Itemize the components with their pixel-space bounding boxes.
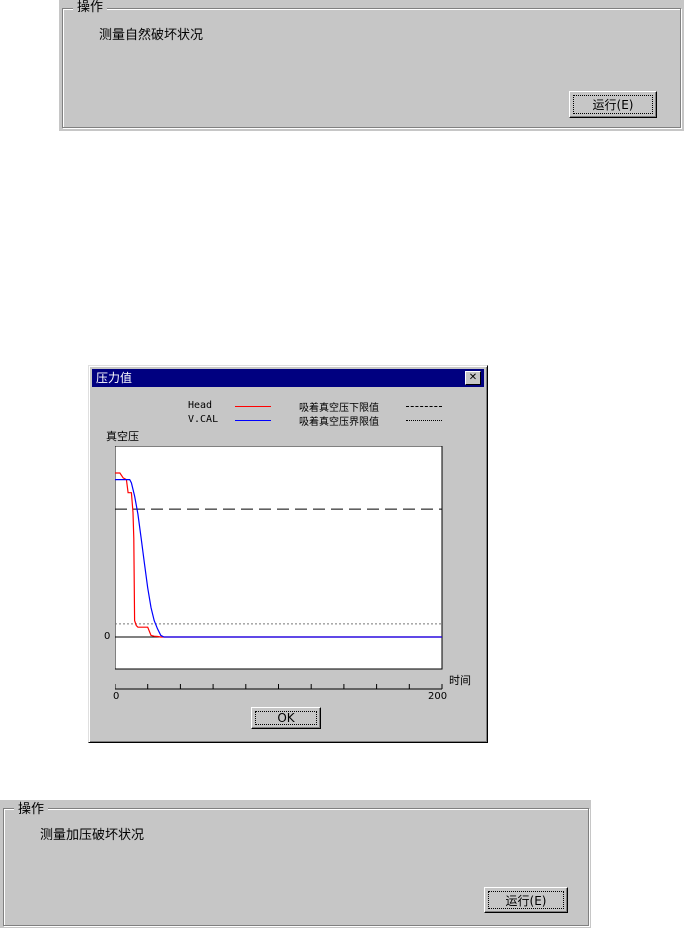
legend-lower-limit-label: 吸着真空压下限值 [299,403,379,414]
run-button-label: 运行(E) [505,893,547,908]
legend-vcal-line [235,420,271,421]
run-button-label: 运行(E) [592,98,634,112]
x-axis-label: 时间 [449,674,471,687]
group-legend: 操作 [73,1,108,15]
run-button[interactable]: 运行(E) [569,91,657,118]
y-zero-label: 0 [104,631,111,642]
plot-area [115,446,443,670]
y-axis-label: 真空压 [106,430,139,443]
operation-group-top: 操作 测量自然破坏状况 运行(E) [59,0,684,131]
x-end-label: 200 [428,691,448,702]
legend-vcal-label: V.CAL [188,414,219,425]
ok-button[interactable]: OK [251,707,321,729]
run-button[interactable]: 运行(E) [484,887,568,913]
legend-boundary-limit-line [406,420,442,421]
dialog-titlebar[interactable]: 压力值 ✕ [92,369,484,387]
x-start-label: 0 [113,691,120,702]
legend-boundary-limit-label: 吸着真空压界限值 [299,417,379,428]
legend-head-label: Head [188,400,213,411]
operation-group-bottom: 操作 测量加压破坏状况 运行(E) [0,800,591,928]
legend-head-line [235,406,271,407]
pressure-chart [115,446,443,690]
operation-description: 测量自然破坏状况 [99,28,204,43]
dialog-title: 压力值 [96,371,133,385]
group-legend: 操作 [14,803,49,817]
ok-button-label: OK [277,711,295,725]
close-icon[interactable]: ✕ [465,371,481,385]
operation-description: 测量加压破坏状况 [40,828,145,843]
legend-lower-limit-line [406,406,442,407]
